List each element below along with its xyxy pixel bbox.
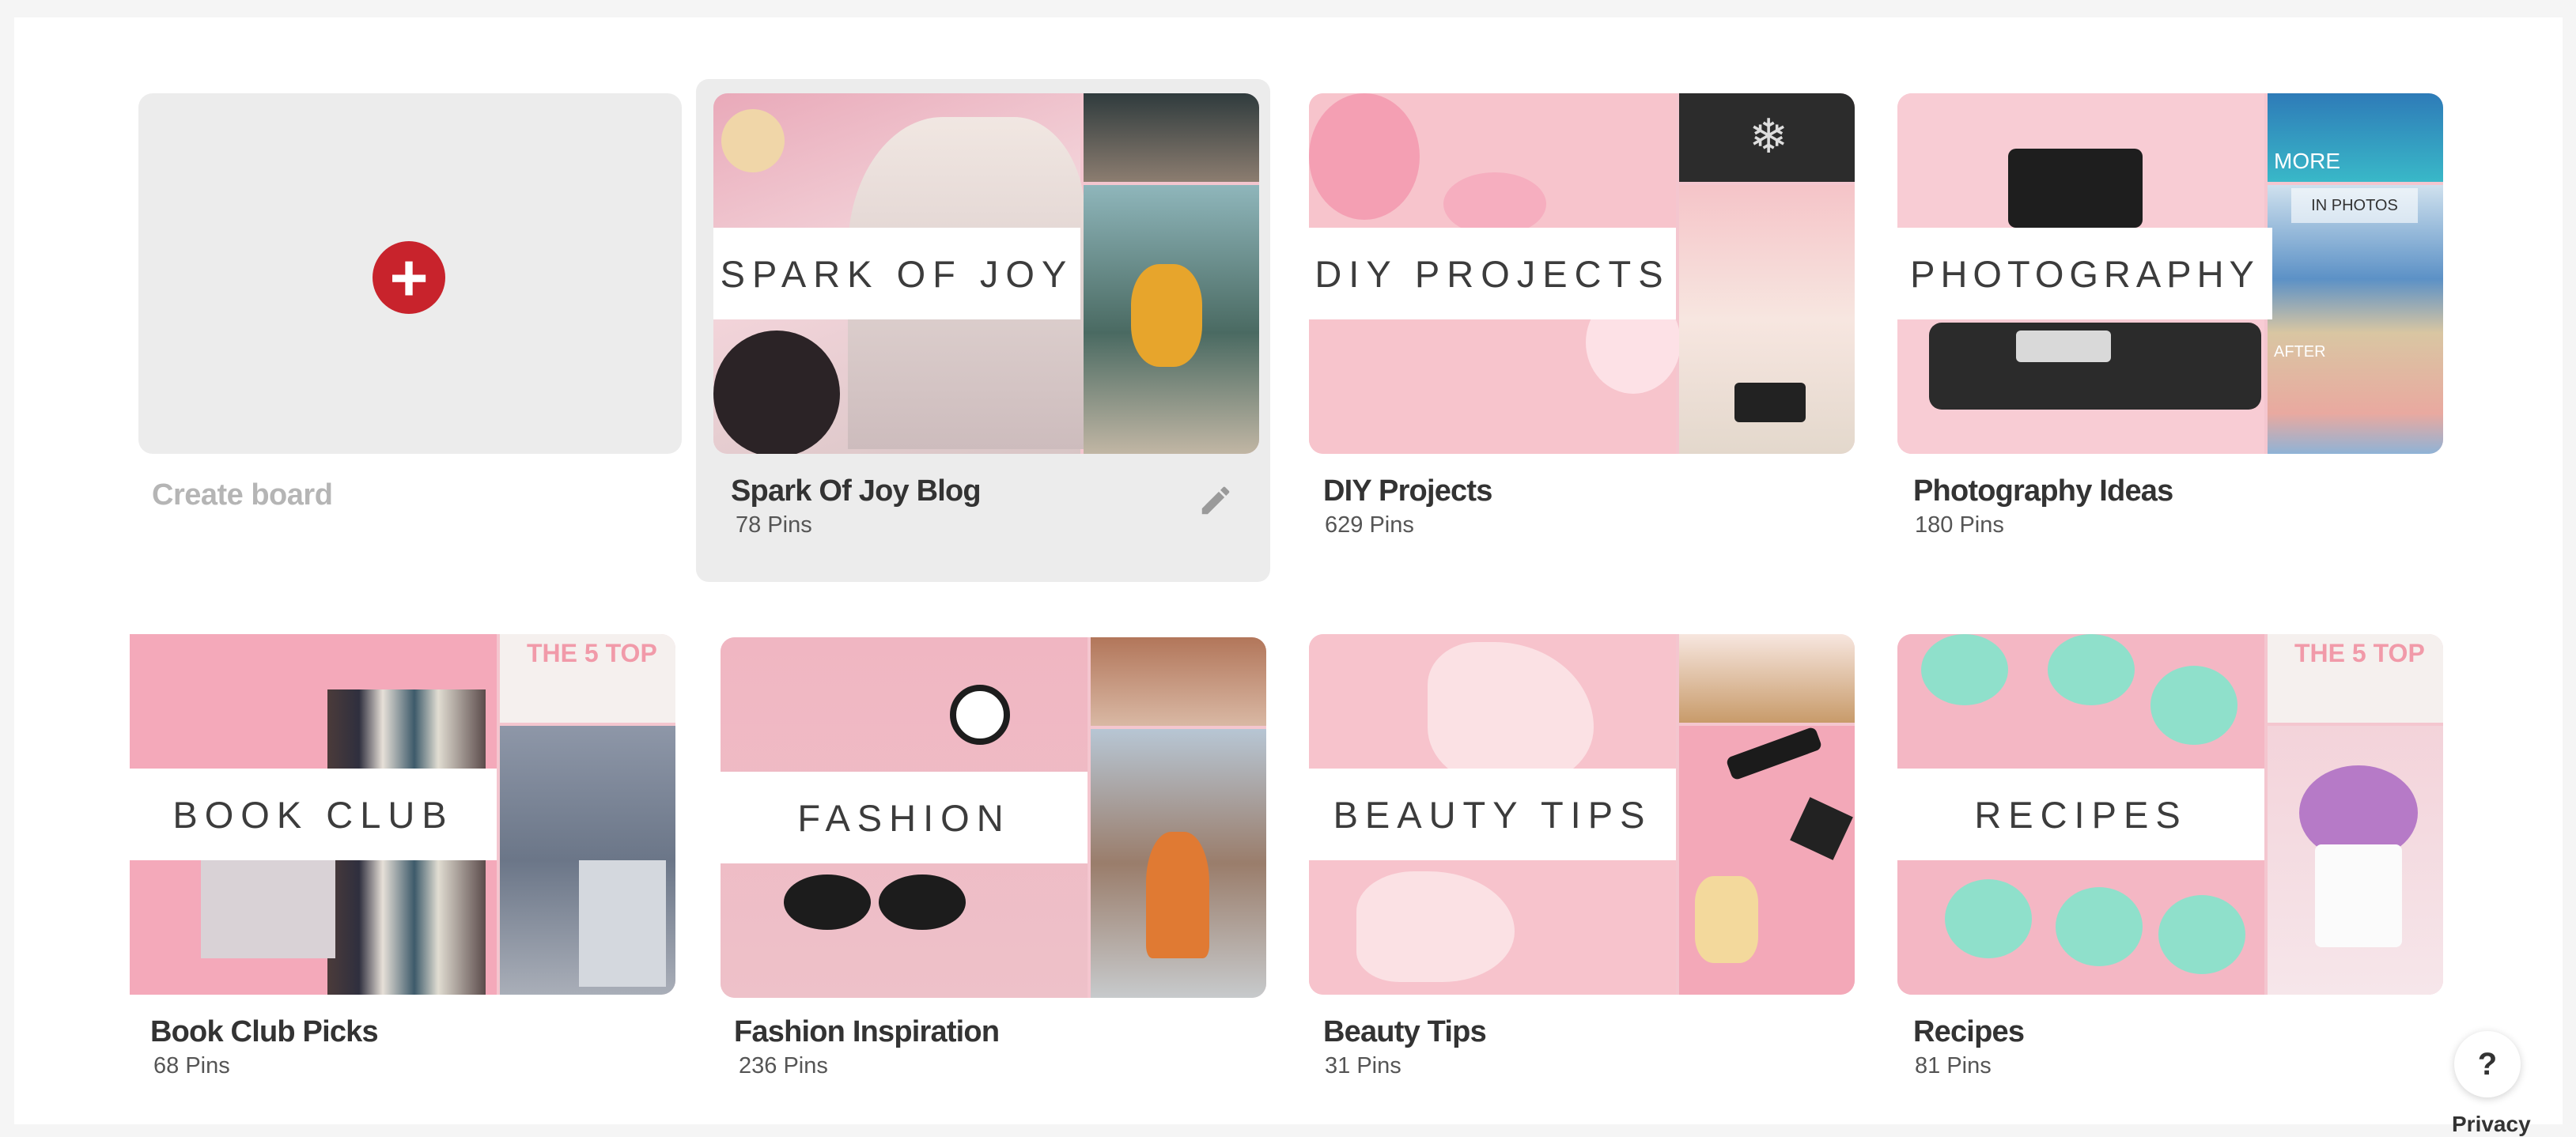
board-cover[interactable]: ❄ DIY PROJECTS [1309, 93, 1855, 454]
side-text-title: THE 5 TOP [527, 639, 657, 667]
cover-side-image-bottom [1084, 185, 1259, 454]
board-pin-count: 236 Pins [739, 1053, 828, 1078]
perfume-shape [1695, 876, 1758, 963]
board-title[interactable]: DIY Projects [1323, 474, 1492, 508]
cover-side-image-top [1679, 634, 1855, 723]
cover-side-image-top: ❄ [1679, 93, 1855, 182]
help-button[interactable]: ? [2454, 1031, 2521, 1097]
ball-shape [721, 109, 785, 172]
cupcake-shape [2158, 895, 2245, 974]
pencil-icon[interactable] [1197, 482, 1234, 519]
board-title[interactable]: Fashion Inspiration [734, 1015, 1000, 1049]
book-cover-shape [201, 856, 335, 958]
board-pin-count: 629 Pins [1325, 512, 1414, 538]
board-title[interactable]: Photography Ideas [1913, 474, 2173, 508]
notebook-shape [579, 860, 666, 987]
cake-shape [2315, 844, 2402, 947]
cover-title-band: DIY PROJECTS [1309, 228, 1676, 319]
cupcake-shape [2048, 634, 2135, 705]
cover-side-image-bottom [2268, 726, 2443, 995]
board-title[interactable]: Book Club Picks [150, 1015, 379, 1049]
board-cover[interactable]: FASHION [721, 637, 1266, 998]
board-cover[interactable]: MORE IN PHOTOS AFTER PHOTOGRAPHY [1897, 93, 2443, 454]
sunglasses-shape [784, 874, 871, 930]
board-title[interactable]: Beauty Tips [1323, 1015, 1487, 1049]
compact-shape [1790, 797, 1853, 860]
privacy-link[interactable]: Privacy [2452, 1112, 2531, 1137]
cover-side-image-bottom [500, 726, 675, 995]
board-cover[interactable]: THE 5 TOP RECIPES [1897, 634, 2443, 995]
plus-icon[interactable]: + [373, 241, 445, 314]
board-pin-count: 31 Pins [1325, 1053, 1401, 1078]
cover-title-band: RECIPES [1897, 769, 2264, 860]
cover-side-image-top: THE 5 TOP [500, 634, 675, 723]
cupcake-shape [2150, 666, 2237, 745]
watch-shape [950, 685, 1010, 745]
board-pin-count: 180 Pins [1915, 512, 2004, 538]
side-text-after: AFTER [2274, 343, 2326, 361]
board-pin-count: 81 Pins [1915, 1053, 1992, 1078]
balloon-shape [1309, 93, 1420, 220]
board-pin-count: 68 Pins [153, 1053, 230, 1078]
create-board-label[interactable]: Create board [152, 478, 333, 512]
cover-side-image-top: MORE [2268, 93, 2443, 182]
cover-title-band: PHOTOGRAPHY [1897, 228, 2272, 319]
cupcake-shape [1921, 634, 2008, 705]
hand-shape [1428, 642, 1594, 784]
board-cover[interactable]: BEAUTY TIPS [1309, 634, 1855, 995]
sunglasses-shape [879, 874, 966, 930]
hand-shape [1356, 871, 1515, 982]
board-cover[interactable]: THE 5 TOP BOOK CLUB [130, 634, 675, 995]
board-pin-count: 78 Pins [736, 512, 812, 538]
cover-side-image-bottom [1679, 185, 1855, 454]
cover-side-image-top [1084, 93, 1259, 182]
board-title[interactable]: Recipes [1913, 1015, 2025, 1049]
cover-title-band: FASHION [721, 772, 1088, 863]
cupcake-shape [2056, 887, 2143, 966]
cover-side-image-top: THE 5 TOP [2268, 634, 2443, 723]
cover-side-image-bottom: IN PHOTOS AFTER [2268, 185, 2443, 454]
piano-shape [1734, 383, 1806, 422]
cover-side-image-top [1091, 637, 1266, 726]
snowflake-icon: ❄ [1749, 110, 1789, 163]
orange-dress-shape [1146, 832, 1209, 958]
dark-shape [713, 331, 840, 454]
cupcake-shape [1945, 879, 2032, 958]
board-title[interactable]: Spark Of Joy Blog [731, 474, 982, 508]
yellow-figure-shape [1131, 264, 1202, 367]
cover-side-image-bottom [1679, 726, 1855, 995]
lens-shape [2008, 149, 2143, 228]
cover-title-band: BEAUTY TIPS [1309, 769, 1676, 860]
cover-title-band: SPARK OF JOY [713, 228, 1080, 319]
side-text-title: THE 5 TOP [2294, 639, 2425, 667]
board-cover[interactable]: SPARK OF JOY [713, 93, 1259, 454]
balloon-shape [1443, 172, 1546, 236]
lipstick-shape [1725, 726, 1823, 781]
cover-side-image-bottom [1091, 729, 1266, 998]
camera-plate-shape [2016, 331, 2111, 362]
boards-page: + Create board SPARK OF JOY Spark Of Joy… [14, 17, 2563, 1136]
cover-title-band: BOOK CLUB [130, 769, 497, 860]
create-board-tile[interactable]: + [138, 93, 682, 454]
side-text-more: MORE [2274, 149, 2340, 173]
side-text-in-photos: IN PHOTOS [2291, 188, 2418, 223]
